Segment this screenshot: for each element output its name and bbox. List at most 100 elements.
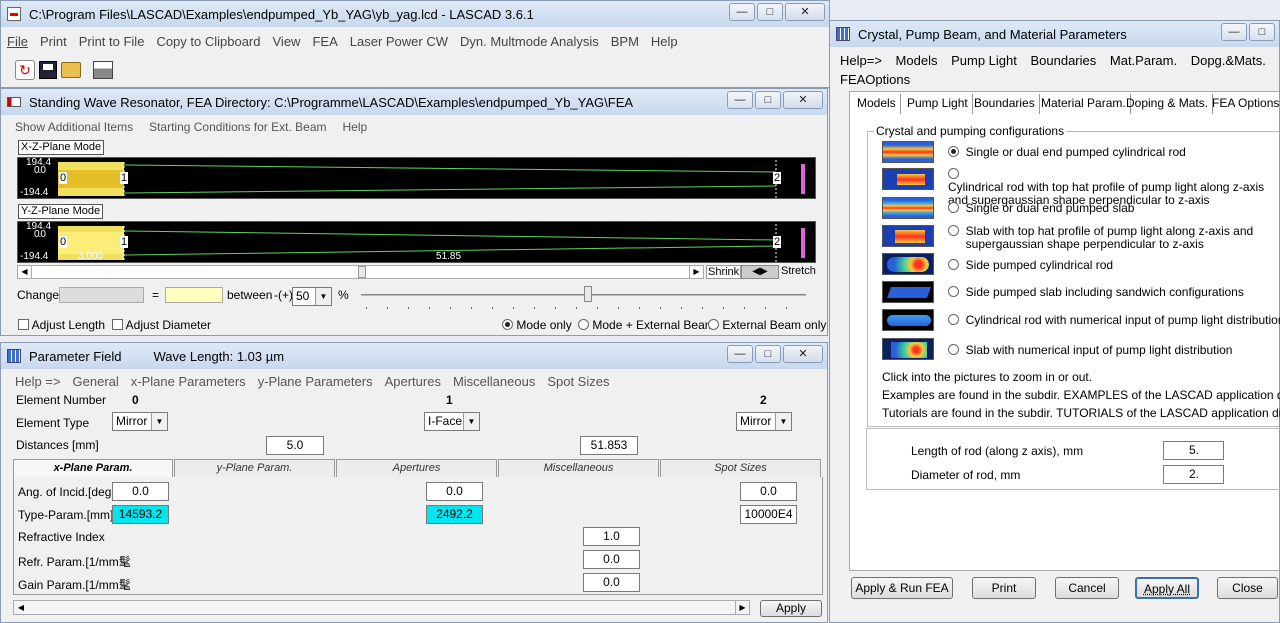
element-type-select-0[interactable]: Mirror ▼ <box>112 412 168 431</box>
change-value-field[interactable] <box>165 287 223 303</box>
param-scroll-left-arrow[interactable]: ◀ <box>14 601 28 614</box>
param-close-button[interactable]: ✕ <box>783 345 823 363</box>
mode-only-radio[interactable]: Mode only <box>502 318 572 332</box>
menu-param-help[interactable]: Help => <box>15 374 61 389</box>
tab-material-param[interactable]: Material Param. <box>1037 94 1131 114</box>
menu-mat-param[interactable]: Mat.Param. <box>1110 53 1177 68</box>
save-icon[interactable] <box>39 61 57 79</box>
menu-show-additional-items[interactable]: Show Additional Items <box>15 120 133 134</box>
menu-print-to-file[interactable]: Print to File <box>79 34 145 49</box>
menu-dopg-mats[interactable]: Dopg.&Mats. <box>1191 53 1266 68</box>
refresh-icon[interactable]: ↻ <box>15 60 35 80</box>
thumb-end-pumped-slab[interactable] <box>882 197 934 219</box>
refr-param-field[interactable]: 0.0 <box>583 550 640 569</box>
adjust-length-checkbox[interactable]: Adjust Length <box>18 318 105 332</box>
element-type-select-1[interactable]: I-Face ▼ <box>424 412 480 431</box>
thumb-side-pumped-rod[interactable] <box>882 253 934 275</box>
thumb-side-pumped-slab[interactable] <box>882 281 934 303</box>
menu-resonator-help[interactable]: Help <box>343 120 368 134</box>
close-button[interactable]: ✕ <box>785 3 825 21</box>
tab-x-plane-param[interactable]: x-Plane Param. <box>13 459 173 477</box>
tab-miscellaneous[interactable]: Miscellaneous <box>498 459 659 477</box>
shrink-button[interactable]: Shrink <box>706 265 742 279</box>
tab-models[interactable]: Models <box>853 94 901 114</box>
refractive-index-field[interactable]: 1.0 <box>583 527 640 546</box>
menu-boundaries[interactable]: Boundaries <box>1030 53 1096 68</box>
resonator-maximize-button[interactable]: □ <box>755 91 781 109</box>
external-beam-only-radio[interactable]: External Beam only <box>708 318 826 332</box>
scroll-thumb[interactable] <box>358 266 366 278</box>
menu-general[interactable]: General <box>73 374 119 389</box>
tab-y-plane-param[interactable]: y-Plane Param. <box>174 459 335 477</box>
minimize-button[interactable]: — <box>729 3 755 21</box>
menu-x-plane-parameters[interactable]: x-Plane Parameters <box>131 374 246 389</box>
thumb-top-hat-slab[interactable] <box>882 225 934 247</box>
menu-y-plane-parameters[interactable]: y-Plane Parameters <box>258 374 373 389</box>
between-select[interactable]: 50 ▼ <box>292 287 332 306</box>
apply-all-button[interactable]: Apply All <box>1135 577 1199 599</box>
distance-field-0[interactable]: 5.0 <box>266 436 324 455</box>
thumb-numerical-rod[interactable] <box>882 309 934 331</box>
stretch-button[interactable]: Stretch <box>781 265 816 277</box>
crystal-print-button[interactable]: Print <box>972 577 1036 599</box>
menu-fea[interactable]: FEA <box>312 34 337 49</box>
crystal-minimize-button[interactable]: — <box>1221 23 1247 41</box>
menu-miscellaneous[interactable]: Miscellaneous <box>453 374 535 389</box>
angle-field-2[interactable]: 0.0 <box>740 482 797 501</box>
mode-external-beam-radio[interactable]: Mode + External Beam <box>578 318 715 332</box>
menu-print[interactable]: Print <box>40 34 67 49</box>
menu-bpm[interactable]: BPM <box>611 34 639 49</box>
menu-models[interactable]: Models <box>896 53 938 68</box>
param-scroll-right-arrow[interactable]: ▶ <box>735 601 749 614</box>
resonator-minimize-button[interactable]: — <box>727 91 753 109</box>
tab-spot-sizes[interactable]: Spot Sizes <box>660 459 821 477</box>
horizontal-scrollbar[interactable]: ◀ ▶ <box>17 265 704 279</box>
config-radio-2[interactable]: Single or dual end pumped slab <box>948 202 1134 215</box>
type-param-field-2[interactable]: 10000E4 <box>740 505 797 524</box>
tab-boundaries[interactable]: Boundaries <box>970 94 1040 114</box>
param-maximize-button[interactable]: □ <box>755 345 781 363</box>
thumb-numerical-slab[interactable] <box>882 338 934 360</box>
scroll-right-arrow[interactable]: ▶ <box>689 266 703 278</box>
menu-dyn-multmode[interactable]: Dyn. Multmode Analysis <box>460 34 599 49</box>
apply-run-fea-button[interactable]: Apply & Run FEA <box>851 577 953 599</box>
menu-view[interactable]: View <box>273 34 301 49</box>
maximize-button[interactable]: □ <box>757 3 783 21</box>
distance-field-1[interactable]: 51.853 <box>580 436 638 455</box>
tab-apertures[interactable]: Apertures <box>336 459 497 477</box>
tab-doping-mats[interactable]: Doping & Mats. <box>1122 94 1214 114</box>
thumb-top-hat-rod[interactable] <box>882 168 934 190</box>
shrink-stretch-arrows[interactable]: ◀▶ <box>741 265 779 279</box>
config-radio-6[interactable]: Cylindrical rod with numerical input of … <box>948 314 1280 327</box>
menu-laser-power-cw[interactable]: Laser Power CW <box>350 34 448 49</box>
change-field[interactable] <box>59 287 144 303</box>
param-scrollbar[interactable]: ◀ ▶ <box>13 600 750 615</box>
angle-field-0[interactable]: 0.0 <box>112 482 169 501</box>
type-param-field-0[interactable]: 14593.2 <box>112 505 169 524</box>
slider-thumb[interactable] <box>584 286 592 302</box>
config-radio-3[interactable]: Slab with top hat profile of pump light … <box>948 225 1253 251</box>
type-param-field-1[interactable]: 2492.2 <box>426 505 483 524</box>
adjust-diameter-checkbox[interactable]: Adjust Diameter <box>112 318 211 332</box>
menu-apertures[interactable]: Apertures <box>385 374 441 389</box>
menu-crystal-help[interactable]: Help=> <box>840 53 882 68</box>
gain-param-field[interactable]: 0.0 <box>583 573 640 592</box>
printer-icon[interactable] <box>93 61 113 79</box>
menu-pump-light[interactable]: Pump Light <box>951 53 1017 68</box>
menu-copy-to-clipboard[interactable]: Copy to Clipboard <box>156 34 260 49</box>
angle-field-1[interactable]: 0.0 <box>426 482 483 501</box>
menu-help[interactable]: Help <box>651 34 678 49</box>
menu-fea-options[interactable]: FEAOptions <box>840 72 910 87</box>
rod-length-field[interactable]: 5. <box>1163 441 1224 460</box>
config-radio-0[interactable]: Single or dual end pumped cylindrical ro… <box>948 146 1186 159</box>
tab-pump-light[interactable]: Pump Light <box>903 94 973 114</box>
crystal-maximize-button[interactable]: □ <box>1249 23 1275 41</box>
open-folder-icon[interactable] <box>61 62 81 78</box>
tab-fea-options[interactable]: FEA Options <box>1208 94 1279 114</box>
apply-button[interactable]: Apply <box>760 600 822 617</box>
menu-spot-sizes[interactable]: Spot Sizes <box>547 374 609 389</box>
rod-diameter-field[interactable]: 2. <box>1163 465 1224 484</box>
param-minimize-button[interactable]: — <box>727 345 753 363</box>
menu-file[interactable]: File <box>7 34 28 49</box>
cancel-button[interactable]: Cancel <box>1055 577 1119 599</box>
